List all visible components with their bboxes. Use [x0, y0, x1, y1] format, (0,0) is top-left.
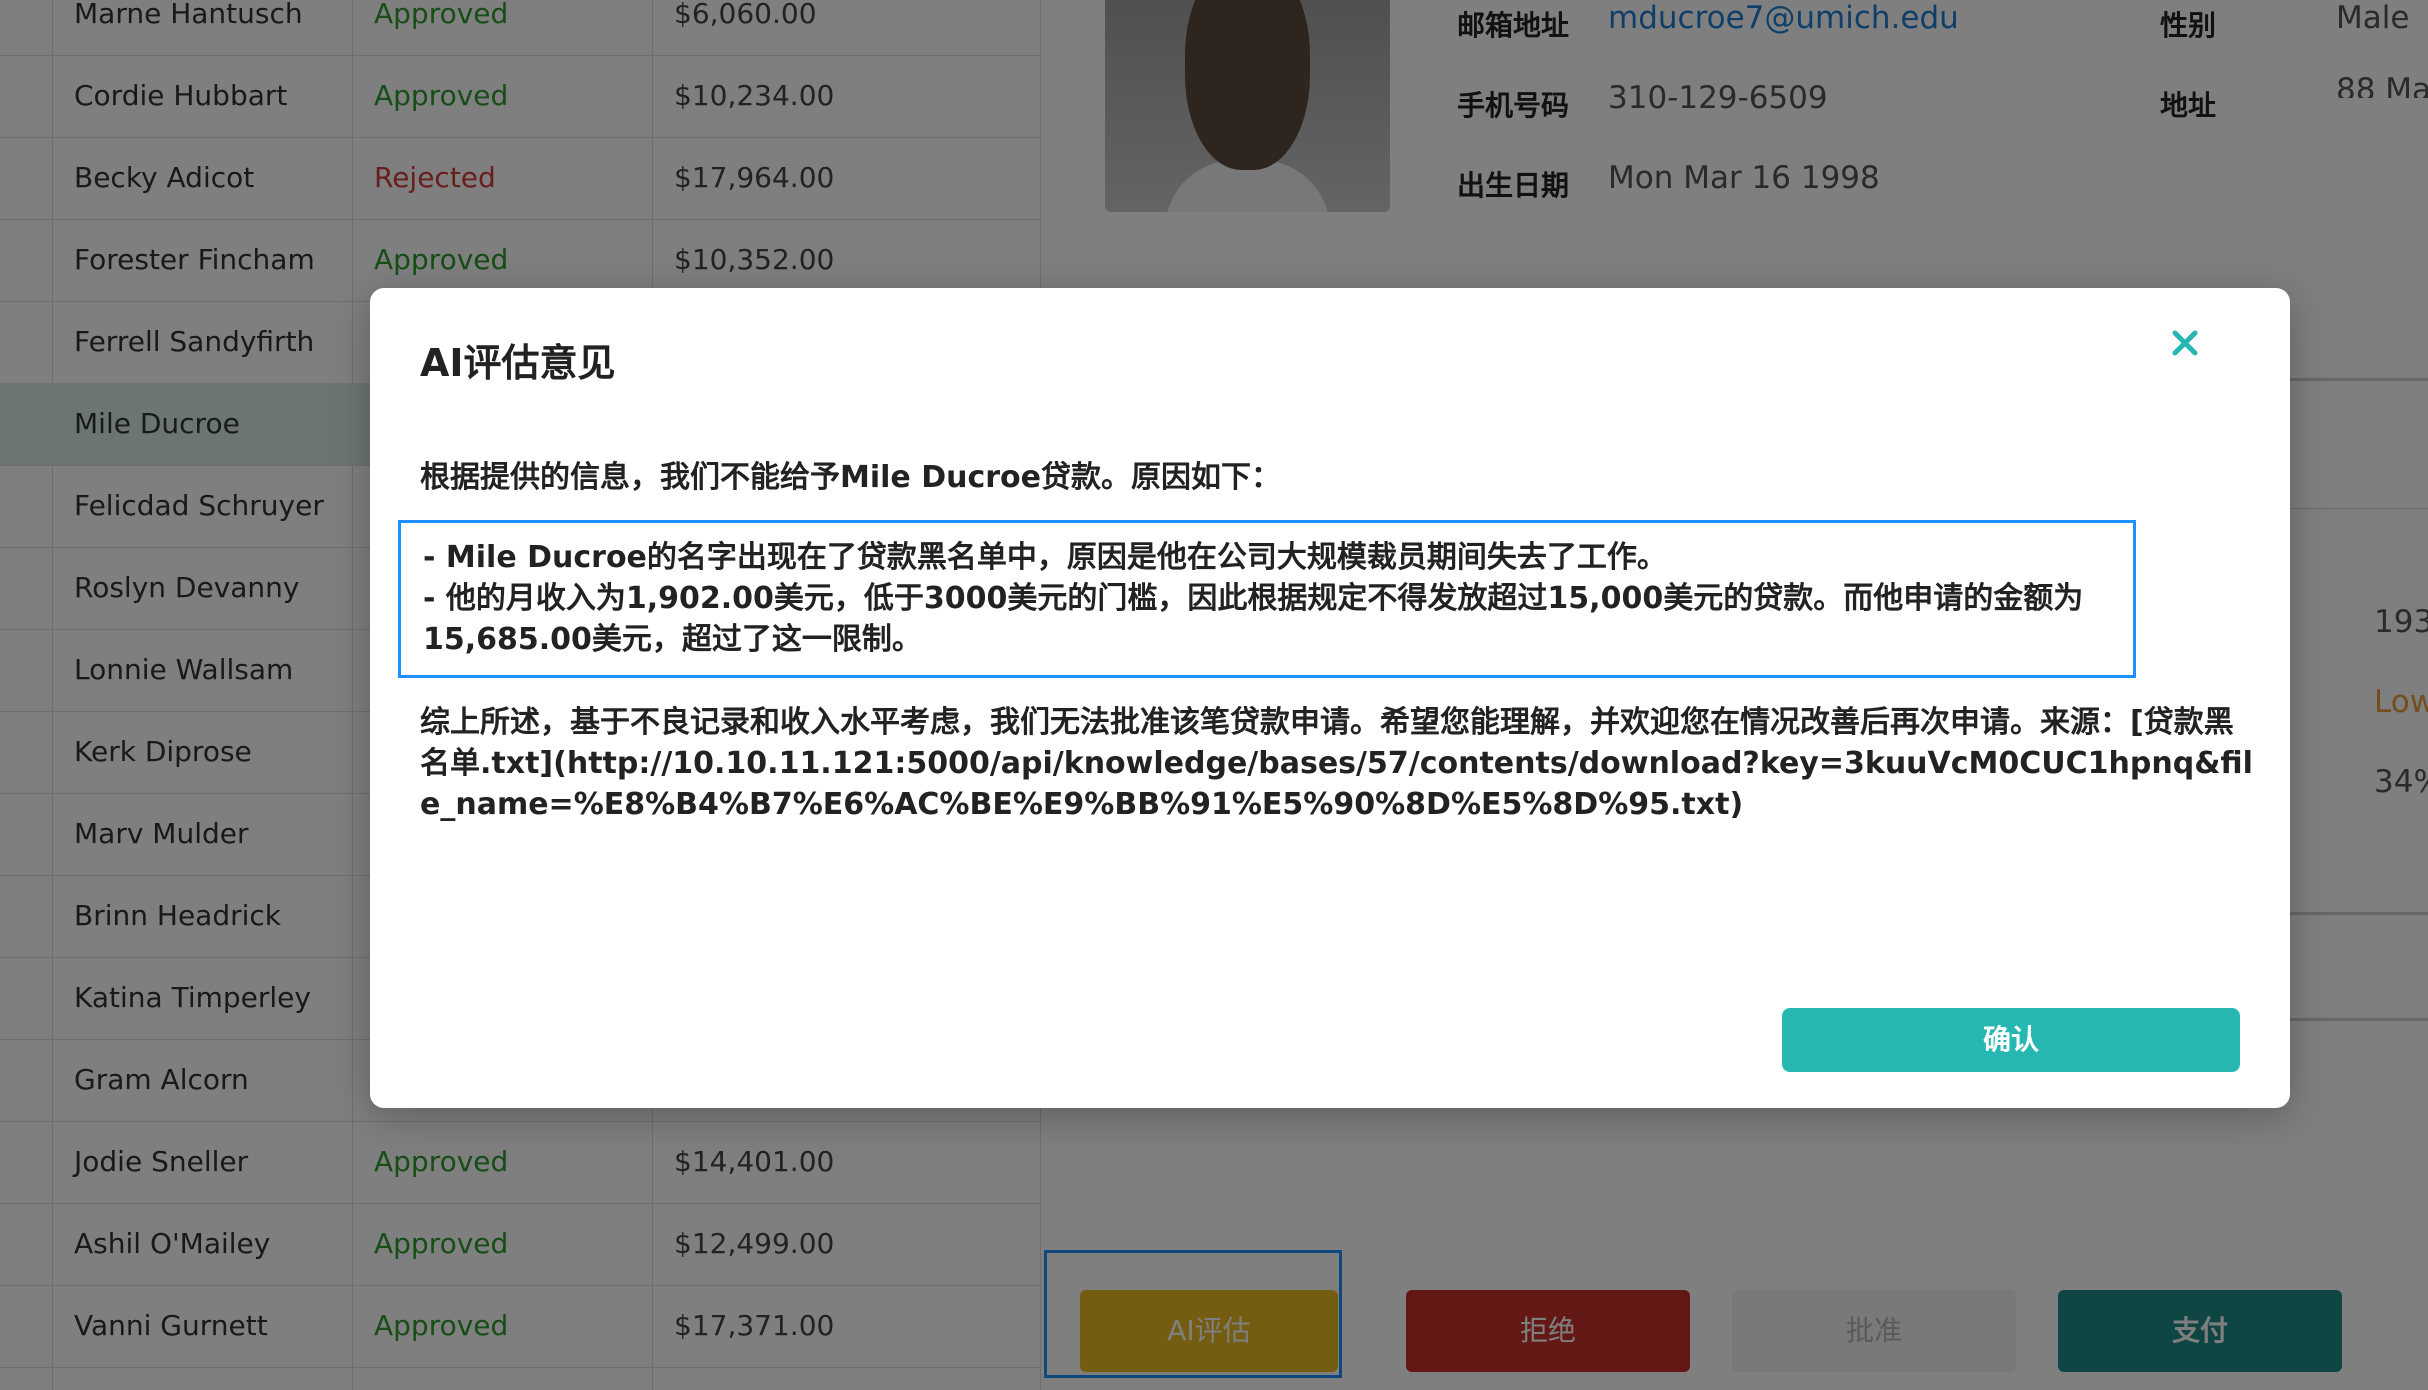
reasons-box: - Mile Ducroe的名字出现在了贷款黑名单中，原因是他在公司大规模裁员期…	[398, 520, 2136, 678]
dialog-title: AI评估意见	[420, 341, 616, 385]
close-icon[interactable]	[2160, 318, 2210, 368]
summary-text: 综上所述，基于不良记录和收入水平考虑，我们无法批准该笔贷款申请。希望您能理解，并…	[420, 705, 2253, 822]
assessment-summary: 综上所述，基于不良记录和收入水平考虑，我们无法批准该笔贷款申请。希望您能理解，并…	[420, 702, 2260, 825]
assessment-intro: 根据提供的信息，我们不能给予Mile Ducroe贷款。原因如下：	[420, 460, 1282, 495]
reason-item: - Mile Ducroe的名字出现在了贷款黑名单中，原因是他在公司大规模裁员期…	[423, 540, 1667, 575]
confirm-button[interactable]: 确认	[1782, 1008, 2240, 1072]
reason-item: - 他的月收入为1,902.00美元，低于3000美元的门槛，因此根据规定不得发…	[423, 581, 2084, 657]
ai-assessment-dialog: AI评估意见 根据提供的信息，我们不能给予Mile Ducroe贷款。原因如下：…	[370, 288, 2290, 1108]
